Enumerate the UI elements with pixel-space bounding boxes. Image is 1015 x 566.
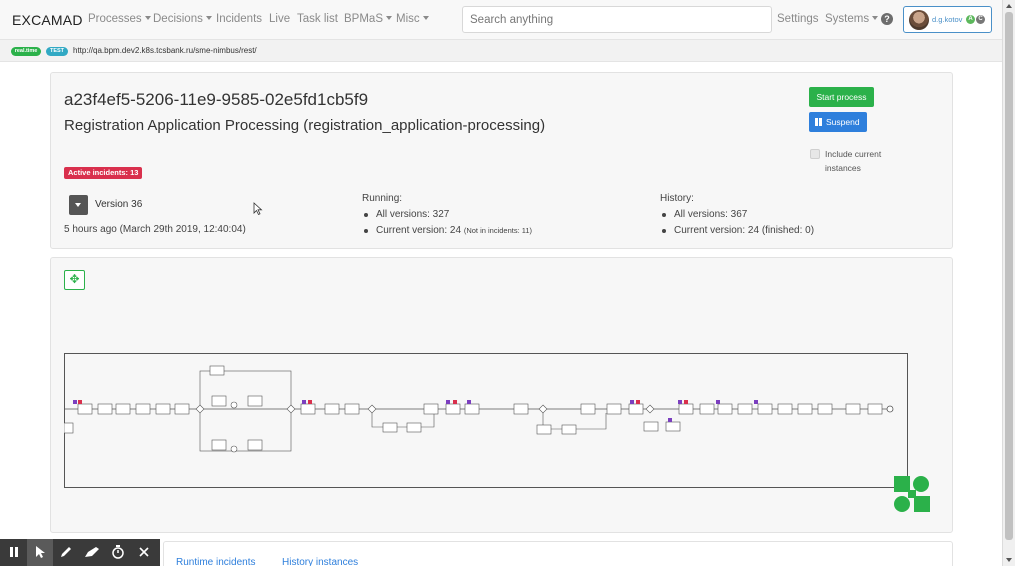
env-url: http://qa.bpm.dev2.k8s.tcsbank.ru/sme-ni… — [73, 46, 257, 55]
nav-systems[interactable]: Systems — [825, 13, 879, 25]
pointer-icon[interactable] — [27, 539, 53, 566]
bpmn-diagram-panel: ✥ — [50, 257, 953, 533]
avatar — [909, 10, 929, 30]
pause-icon — [815, 118, 822, 126]
process-info-panel: a23f4ef5-5206-11e9-9585-02e5fd1cb5f9 Reg… — [50, 72, 953, 249]
caret-down-icon — [386, 16, 392, 20]
pen-icon[interactable] — [53, 539, 79, 566]
caret-down-icon — [205, 16, 212, 20]
user-role-badge: A — [966, 15, 975, 24]
suspend-button[interactable]: Suspend — [809, 112, 867, 132]
running-stats: All versions: 327 Current version: 24 (N… — [362, 209, 532, 241]
env-badge-realtime: real.time — [11, 47, 41, 56]
scrollbar-thumb[interactable] — [1005, 12, 1013, 540]
user-menu-button[interactable]: d.g.kotov A C — [903, 6, 992, 33]
history-all-versions: All versions: 367 — [660, 209, 814, 225]
bpmn-diagram[interactable] — [64, 353, 909, 489]
history-title: History: — [660, 193, 694, 204]
process-definition-id: a23f4ef5-5206-11e9-9585-02e5fd1cb5f9 — [64, 90, 369, 109]
help-icon[interactable]: ? — [881, 13, 893, 25]
nav-decisions[interactable]: Decisions — [153, 13, 212, 25]
search-input[interactable] — [462, 6, 772, 33]
start-process-button[interactable]: Start process — [809, 87, 874, 107]
top-navbar: EXCAMAD Processes Decisions Incidents Li… — [0, 0, 1002, 40]
nav-live[interactable]: Live — [269, 13, 290, 25]
tab-history-instances[interactable]: History instances — [282, 557, 358, 566]
caret-down-icon — [872, 16, 879, 20]
scroll-down-icon[interactable] — [1006, 558, 1012, 562]
brand-logo-text[interactable]: EXCAMAD — [12, 12, 83, 28]
active-incidents-badge[interactable]: Active incidents: 13 — [64, 167, 143, 179]
nav-bpmas[interactable]: BPMaS — [344, 13, 392, 25]
environment-bar: real.time TEST http://qa.bpm.dev2.k8s.tc… — [0, 40, 1002, 62]
user-name: d.g.kotov — [932, 15, 963, 24]
mouse-cursor-icon — [253, 202, 263, 216]
env-badge-test: TEST — [46, 47, 68, 56]
history-stats: All versions: 367 Current version: 24 (f… — [660, 209, 814, 241]
deployed-time: 5 hours ago (March 29th 2019, 12:40:04) — [64, 224, 246, 235]
highlighter-icon[interactable] — [79, 539, 105, 566]
caret-down-icon — [144, 16, 151, 20]
annotation-toolbar — [0, 539, 160, 566]
include-current-label: Include current instances — [825, 149, 882, 173]
process-name: Registration Application Processing (reg… — [64, 117, 546, 134]
running-title: Running: — [362, 193, 403, 204]
running-all-versions: All versions: 327 — [362, 209, 532, 225]
tab-runtime-incidents[interactable]: Runtime incidents — [176, 557, 255, 566]
version-dropdown-button[interactable] — [69, 195, 88, 215]
nav-task-list[interactable]: Task list — [297, 13, 338, 25]
pause-icon[interactable] — [1, 539, 27, 566]
vertical-scrollbar[interactable] — [1002, 0, 1015, 566]
move-icon[interactable]: ✥ — [64, 270, 85, 290]
caret-down-icon — [422, 16, 429, 20]
puzzle-logo-icon — [894, 476, 930, 512]
include-current-checkbox[interactable] — [810, 149, 820, 159]
close-icon[interactable] — [131, 539, 157, 566]
nav-misc[interactable]: Misc — [396, 13, 429, 25]
nav-incidents[interactable]: Incidents — [216, 13, 262, 25]
user-role-badge: C — [976, 15, 985, 24]
tabs-panel: Runtime incidents History instances — [163, 541, 953, 566]
history-current-version: Current version: 24 (finished: 0) — [660, 225, 814, 241]
nav-processes[interactable]: Processes — [88, 13, 151, 25]
nav-settings[interactable]: Settings — [777, 13, 819, 25]
timer-icon[interactable] — [105, 539, 131, 566]
version-label: Version 36 — [95, 199, 143, 210]
running-current-version: Current version: 24 (Not in incidents: 1… — [362, 225, 532, 241]
scroll-up-icon[interactable] — [1006, 4, 1012, 8]
